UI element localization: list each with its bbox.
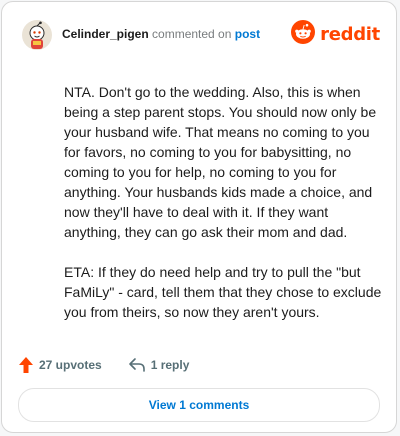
username-link[interactable]: Celinder_pigen — [62, 27, 149, 41]
comment-header: Celinder_pigen commented on post reddit — [22, 19, 380, 52]
reply-count: 1 reply — [150, 358, 190, 372]
comment-body: NTA. Don't go to the wedding. Also, this… — [64, 82, 384, 342]
reply-button[interactable]: 1 reply — [128, 357, 190, 373]
comment-meta: Celinder_pigen commented on post — [62, 27, 260, 41]
snoo-avatar-icon[interactable] — [22, 20, 52, 50]
commented-on-text: commented on — [152, 27, 232, 41]
comment-actions: 27 upvotes 1 reply — [18, 354, 189, 376]
brand-wordmark: reddit — [320, 23, 380, 45]
comment-card: Celinder_pigen commented on post reddit — [1, 1, 397, 433]
view-comments-button[interactable]: View 1 comments — [18, 388, 380, 422]
upvote-button[interactable]: 27 upvotes — [18, 356, 102, 374]
upvotes-count: 27 upvotes — [39, 358, 102, 372]
reddit-logo-icon — [291, 19, 316, 49]
reddit-brand[interactable]: reddit — [291, 19, 380, 49]
reply-arrow-icon — [128, 357, 146, 373]
upvote-arrow-icon — [18, 356, 34, 374]
comment-paragraph: NTA. Don't go to the wedding. Also, this… — [64, 84, 377, 240]
post-link[interactable]: post — [235, 27, 260, 41]
comment-paragraph: ETA: If they do need help and try to pul… — [64, 264, 382, 320]
